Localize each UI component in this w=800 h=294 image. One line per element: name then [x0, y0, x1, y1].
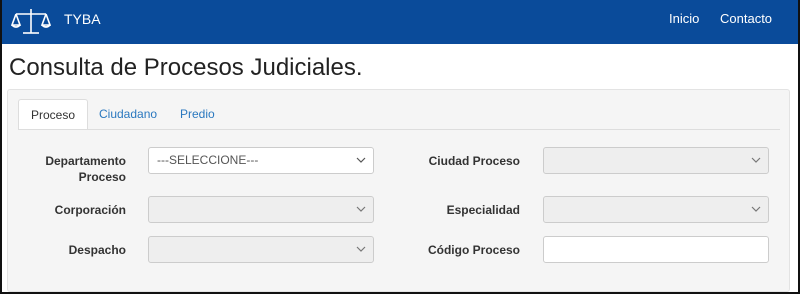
chevron-down-icon [751, 157, 761, 163]
departamento-label: Departamento Proceso [24, 153, 126, 185]
ciudad-label: Ciudad Proceso [428, 154, 520, 168]
top-navbar: TYBA Inicio Contacto [2, 0, 798, 44]
especialidad-label: Especialidad [446, 203, 520, 217]
chevron-down-icon [356, 246, 366, 252]
chevron-down-icon [751, 206, 761, 212]
tabs-divider [18, 129, 780, 130]
departamento-select-value: ---SELECCIONE--- [157, 153, 259, 167]
tab-proceso[interactable]: Proceso [18, 99, 89, 130]
chevron-down-icon [356, 206, 366, 212]
codigo-proceso-input[interactable] [543, 236, 769, 263]
despacho-select[interactable] [148, 236, 374, 263]
departamento-label-line1: Departamento [45, 154, 126, 168]
nav-link-contacto[interactable]: Contacto [720, 11, 772, 26]
departamento-label-line2: Proceso [78, 170, 126, 184]
despacho-label: Despacho [68, 243, 126, 257]
nav-link-inicio[interactable]: Inicio [669, 11, 699, 26]
chevron-down-icon [356, 157, 366, 163]
page-title: Consulta de Procesos Judiciales. [9, 54, 363, 81]
codigo-label: Código Proceso [427, 243, 520, 257]
tab-predio[interactable]: Predio [180, 99, 215, 130]
corporacion-label: Corporación [54, 203, 126, 217]
tab-ciudadano[interactable]: Ciudadano [99, 99, 157, 130]
corporacion-select[interactable] [148, 196, 374, 223]
ciudad-select[interactable] [543, 147, 769, 174]
scales-of-justice-icon[interactable] [11, 6, 51, 36]
search-panel: Proceso Ciudadano Predio Departamento Pr… [7, 89, 790, 292]
brand-name[interactable]: TYBA [64, 11, 101, 27]
departamento-select[interactable]: ---SELECCIONE--- [148, 147, 374, 174]
especialidad-select[interactable] [543, 196, 769, 223]
